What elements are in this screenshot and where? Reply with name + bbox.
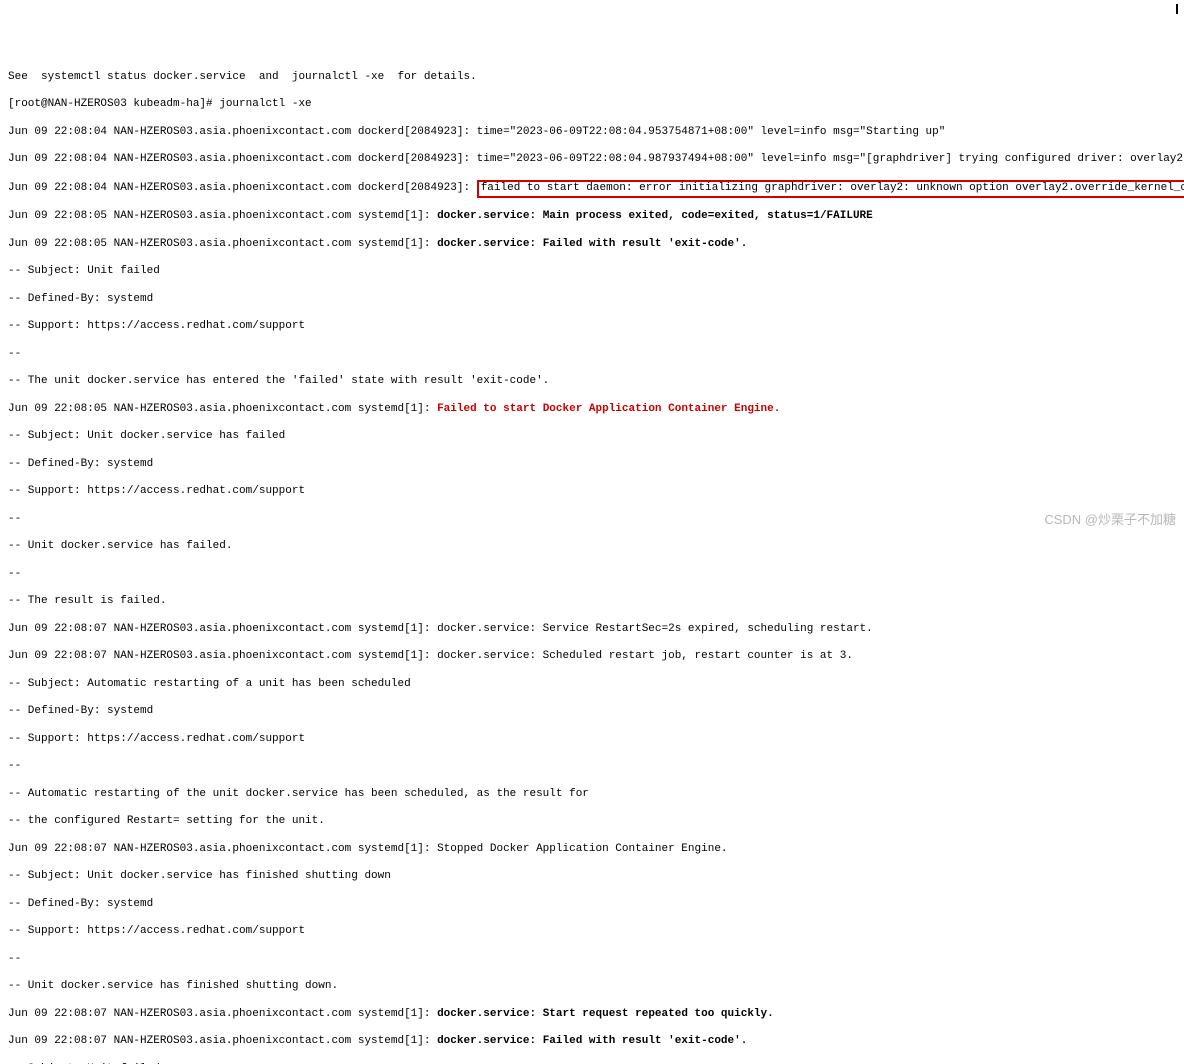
log-prefix: Jun 09 22:08:07 NAN-HZEROS03.asia.phoeni… [8, 1008, 437, 1020]
log-line: -- Support: https://access.redhat.com/su… [8, 733, 1176, 747]
log-line: Jun 09 22:08:04 NAN-HZEROS03.asia.phoeni… [8, 126, 1176, 140]
log-prefix: Jun 09 22:08:07 NAN-HZEROS03.asia.phoeni… [8, 1035, 437, 1047]
log-bold: docker.service: Start request repeated t… [437, 1008, 774, 1020]
log-line: -- The result is failed. [8, 595, 1176, 609]
command: journalctl -xe [219, 98, 311, 110]
log-prefix: Jun 09 22:08:05 NAN-HZEROS03.asia.phoeni… [8, 238, 437, 250]
log-line: Jun 09 22:08:05 NAN-HZEROS03.asia.phoeni… [8, 210, 1176, 224]
highlighted-error: failed to start daemon: error initializi… [477, 180, 1184, 198]
log-bold: docker.service: Main process exited, cod… [437, 210, 873, 222]
log-line: -- Support: https://access.redhat.com/su… [8, 485, 1176, 499]
log-line: -- Subject: Unit docker.service has fail… [8, 430, 1176, 444]
log-line: Jun 09 22:08:07 NAN-HZEROS03.asia.phoeni… [8, 623, 1176, 637]
log-line: -- Defined-By: systemd [8, 705, 1176, 719]
log-line: Jun 09 22:08:04 NAN-HZEROS03.asia.phoeni… [8, 153, 1176, 167]
log-line: -- The unit docker.service has entered t… [8, 375, 1176, 389]
log-line-error: Jun 09 22:08:04 NAN-HZEROS03.asia.phoeni… [8, 181, 1176, 197]
log-error: Failed to start Docker Application Conta… [437, 403, 780, 415]
log-line: Jun 09 22:08:07 NAN-HZEROS03.asia.phoeni… [8, 650, 1176, 664]
log-line: -- Automatic restarting of the unit dock… [8, 788, 1176, 802]
terminal-output[interactable]: See systemctl status docker.service and … [8, 57, 1176, 1064]
log-line: -- [8, 348, 1176, 362]
log-prefix: Jun 09 22:08:05 NAN-HZEROS03.asia.phoeni… [8, 210, 437, 222]
log-line: Jun 09 22:08:05 NAN-HZEROS03.asia.phoeni… [8, 403, 1176, 417]
log-line: -- Defined-By: systemd [8, 898, 1176, 912]
log-line: -- Unit docker.service has finished shut… [8, 980, 1176, 994]
log-line: -- [8, 568, 1176, 582]
log-bold: docker.service: Failed with result 'exit… [437, 1035, 747, 1047]
log-prefix: Jun 09 22:08:04 NAN-HZEROS03.asia.phoeni… [8, 182, 477, 194]
log-line: See systemctl status docker.service and … [8, 71, 1176, 85]
shell-prompt-line: [root@NAN-HZEROS03 kubeadm-ha]# journalc… [8, 98, 1176, 112]
log-line: -- Support: https://access.redhat.com/su… [8, 320, 1176, 334]
log-line: -- [8, 760, 1176, 774]
shell-prompt: [root@NAN-HZEROS03 kubeadm-ha]# [8, 98, 219, 110]
log-line: -- Unit docker.service has failed. [8, 540, 1176, 554]
log-line: -- [8, 953, 1176, 967]
log-line: -- Subject: Unit failed [8, 265, 1176, 279]
log-line: -- Subject: Unit failed [8, 1063, 1176, 1064]
log-line: -- the configured Restart= setting for t… [8, 815, 1176, 829]
log-line: -- Defined-By: systemd [8, 458, 1176, 472]
log-line: Jun 09 22:08:05 NAN-HZEROS03.asia.phoeni… [8, 238, 1176, 252]
log-bold: docker.service: Failed with result 'exit… [437, 238, 747, 250]
log-line: -- Subject: Automatic restarting of a un… [8, 678, 1176, 692]
log-line: -- Subject: Unit docker.service has fini… [8, 870, 1176, 884]
log-line: Jun 09 22:08:07 NAN-HZEROS03.asia.phoeni… [8, 1008, 1176, 1022]
log-line: -- [8, 513, 1176, 527]
log-line: Jun 09 22:08:07 NAN-HZEROS03.asia.phoeni… [8, 1035, 1176, 1049]
log-line: -- Defined-By: systemd [8, 293, 1176, 307]
log-line: -- Support: https://access.redhat.com/su… [8, 925, 1176, 939]
log-line: Jun 09 22:08:07 NAN-HZEROS03.asia.phoeni… [8, 843, 1176, 857]
watermark: CSDN @炒栗子不加糖 [1044, 512, 1176, 528]
log-prefix: Jun 09 22:08:05 NAN-HZEROS03.asia.phoeni… [8, 403, 437, 415]
